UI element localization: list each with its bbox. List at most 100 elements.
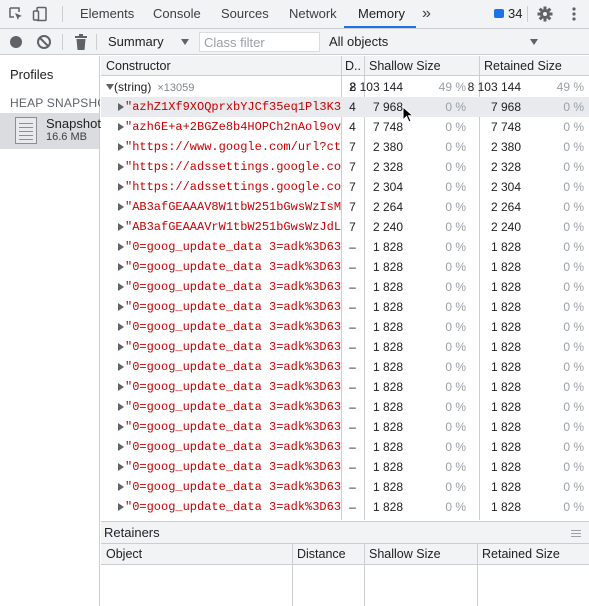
- shallow-pct-cell: 0 %: [445, 140, 466, 154]
- expand-triangle-icon[interactable]: [118, 163, 124, 171]
- retained-size-cell: 1 828: [490, 260, 521, 274]
- trash-icon[interactable]: [74, 34, 88, 50]
- table-row[interactable]: "0=goog_update_data 3=adk%3D63335– 1 828 0…: [101, 377, 589, 397]
- shallow-size-cell: 7 748: [372, 120, 403, 134]
- column-constructor[interactable]: Constructor: [106, 56, 171, 76]
- table-row[interactable]: "0=goog_update_data 3=adk%3D63335– 1 828 0…: [101, 457, 589, 477]
- tab-elements[interactable]: Elements: [80, 0, 134, 28]
- toolbar-divider: [96, 34, 97, 50]
- shallow-pct-cell: 0 %: [445, 300, 466, 314]
- distance-cell: 7: [349, 160, 356, 174]
- record-icon[interactable]: [10, 36, 22, 48]
- shallow-size-cell: 1 828: [372, 380, 403, 394]
- expand-triangle-icon[interactable]: [118, 303, 124, 311]
- expand-triangle-icon[interactable]: [118, 143, 124, 151]
- objects-select[interactable]: All objects: [329, 33, 388, 51]
- expand-triangle-icon[interactable]: [118, 283, 124, 291]
- expand-triangle-icon[interactable]: [118, 503, 124, 511]
- string-value: "0=goog_update_data 3=adk%3D63335: [125, 500, 341, 514]
- retainers-bar[interactable]: Retainers: [101, 521, 589, 544]
- table-row[interactable]: "0=goog_update_data 3=adk%3D63335– 1 828 0…: [101, 237, 589, 257]
- table-row[interactable]: "https://adssettings.google.com/wh 7 2 304…: [101, 177, 589, 197]
- expand-triangle-icon[interactable]: [118, 123, 124, 131]
- shallow-size-cell: 1 828: [372, 420, 403, 434]
- table-row[interactable]: "0=goog_update_data 3=adk%3D63335– 1 828 0…: [101, 317, 589, 337]
- shallow-size-cell: 7 968: [372, 100, 403, 114]
- expand-triangle-icon[interactable]: [118, 323, 124, 331]
- table-row[interactable]: "0=goog_update_data 3=adk%3D63335– 1 828 0…: [101, 397, 589, 417]
- string-value: "0=goog_update_data 3=adk%3D63335: [125, 440, 341, 454]
- column-shallow-size[interactable]: Shallow Size: [369, 56, 441, 76]
- retainers-table-header: Object Distance Shallow Size Retained Si…: [101, 544, 589, 565]
- string-value: "0=goog_update_data 3=adk%3D63335: [125, 300, 341, 314]
- string-value: "https://www.google.com/url?ct=abg: [125, 140, 341, 154]
- string-value: "https://adssettings.google.com/wh: [125, 160, 341, 174]
- distance-cell: –: [349, 280, 356, 294]
- issues-counter[interactable]: 34: [494, 6, 522, 22]
- chevron-down-icon[interactable]: [530, 39, 538, 45]
- class-filter-input[interactable]: [199, 32, 320, 52]
- expand-triangle-icon[interactable]: [118, 443, 124, 451]
- chevron-down-icon[interactable]: [181, 39, 189, 45]
- table-row[interactable]: "azhZ1Xf9XOQprxbYJCf35eq1Pl3K3eyzW 4 7 968…: [101, 97, 589, 117]
- expand-triangle-icon[interactable]: [118, 183, 124, 191]
- table-row[interactable]: "azh6E+a+2BGZe8b4HOPCh2nAol9ovS4c 4 7 748 0…: [101, 117, 589, 137]
- table-row[interactable]: "0=goog_update_data 3=adk%3D63335– 1 828 0…: [101, 497, 589, 517]
- column-retained-size[interactable]: Retained Size: [484, 56, 562, 76]
- shallow-pct-cell: 49 %: [438, 80, 466, 94]
- gear-icon[interactable]: [537, 6, 553, 22]
- expand-triangle-icon[interactable]: [118, 463, 124, 471]
- retained-pct-cell: 0 %: [563, 180, 584, 194]
- expand-triangle-icon[interactable]: [118, 263, 124, 271]
- expand-triangle-icon[interactable]: [118, 343, 124, 351]
- retainers-column-retained-size[interactable]: Retained Size: [482, 544, 560, 565]
- expand-triangle-icon[interactable]: [118, 403, 124, 411]
- expand-triangle-icon[interactable]: [118, 483, 124, 491]
- tab-memory[interactable]: Memory: [358, 0, 405, 28]
- retained-size-cell: 1 828: [490, 400, 521, 414]
- profiles-label: Profiles: [10, 67, 54, 82]
- table-row[interactable]: "0=goog_update_data 3=adk%3D63335– 1 828 0…: [101, 477, 589, 497]
- collapse-triangle-icon[interactable]: [106, 84, 114, 90]
- expand-triangle-icon[interactable]: [118, 383, 124, 391]
- expand-triangle-icon[interactable]: [118, 103, 124, 111]
- shallow-pct-cell: 0 %: [445, 240, 466, 254]
- view-select[interactable]: Summary: [108, 33, 164, 51]
- table-row[interactable]: "0=goog_update_data 3=adk%3D63335– 1 828 0…: [101, 417, 589, 437]
- retainers-column-shallow-size[interactable]: Shallow Size: [369, 544, 441, 565]
- inspect-icon[interactable]: [8, 6, 24, 22]
- table-row[interactable]: "0=goog_update_data 3=adk%3D63335– 1 828 0…: [101, 337, 589, 357]
- retainers-column-distance[interactable]: Distance: [297, 544, 346, 565]
- distance-cell: –: [349, 240, 356, 254]
- table-row[interactable]: "0=goog_update_data 3=adk%3D63335– 1 828 0…: [101, 257, 589, 277]
- drag-handle-icon[interactable]: [571, 530, 581, 537]
- distance-cell: 4: [349, 100, 356, 114]
- table-row[interactable]: "https://www.google.com/url?ct=abg 7 2 380…: [101, 137, 589, 157]
- retained-size-cell: 1 828: [490, 500, 521, 514]
- expand-triangle-icon[interactable]: [118, 363, 124, 371]
- tab-sources[interactable]: Sources: [221, 0, 269, 28]
- table-row[interactable]: "0=goog_update_data 3=adk%3D63335– 1 828 0…: [101, 277, 589, 297]
- table-row[interactable]: "0=goog_update_data 3=adk%3D63335– 1 828 0…: [101, 437, 589, 457]
- retainers-column-object[interactable]: Object: [106, 544, 142, 565]
- table-row[interactable]: "0=goog_update_data 3=adk%3D63335– 1 828 0…: [101, 357, 589, 377]
- group-row-string[interactable]: (string) ×13059 2 8 103 144 49 % 8 103 14…: [101, 77, 589, 97]
- table-row[interactable]: "0=goog_update_data 3=adk%3D63335– 1 828 0…: [101, 297, 589, 317]
- device-toolbar-icon[interactable]: [32, 6, 48, 22]
- table-row[interactable]: "AB3afGEAAAV8W1tbW251bGwsWzIsMTMsn 7 2 264…: [101, 197, 589, 217]
- expand-triangle-icon[interactable]: [118, 423, 124, 431]
- more-tabs-icon[interactable]: »: [422, 0, 431, 28]
- expand-triangle-icon[interactable]: [118, 203, 124, 211]
- tab-console[interactable]: Console: [153, 0, 201, 28]
- table-row[interactable]: "AB3afGEAAAVrW1tbW251bGwsWzJdLG5n 7 2 240 0…: [101, 217, 589, 237]
- column-distance[interactable]: D..: [345, 56, 361, 76]
- snapshot-item[interactable]: Snapshot 16.6 MB: [0, 113, 101, 149]
- retained-size-cell: 2 240: [490, 220, 521, 234]
- clear-icon[interactable]: [37, 35, 51, 49]
- table-row[interactable]: "https://adssettings.google.com/wh 7 2 328…: [101, 157, 589, 177]
- tab-network[interactable]: Network: [289, 0, 337, 28]
- expand-triangle-icon[interactable]: [118, 223, 124, 231]
- expand-triangle-icon[interactable]: [118, 243, 124, 251]
- string-value: "azh6E+a+2BGZe8b4HOPCh2nAol9ovS4c: [125, 120, 341, 134]
- kebab-menu-icon[interactable]: [566, 6, 582, 22]
